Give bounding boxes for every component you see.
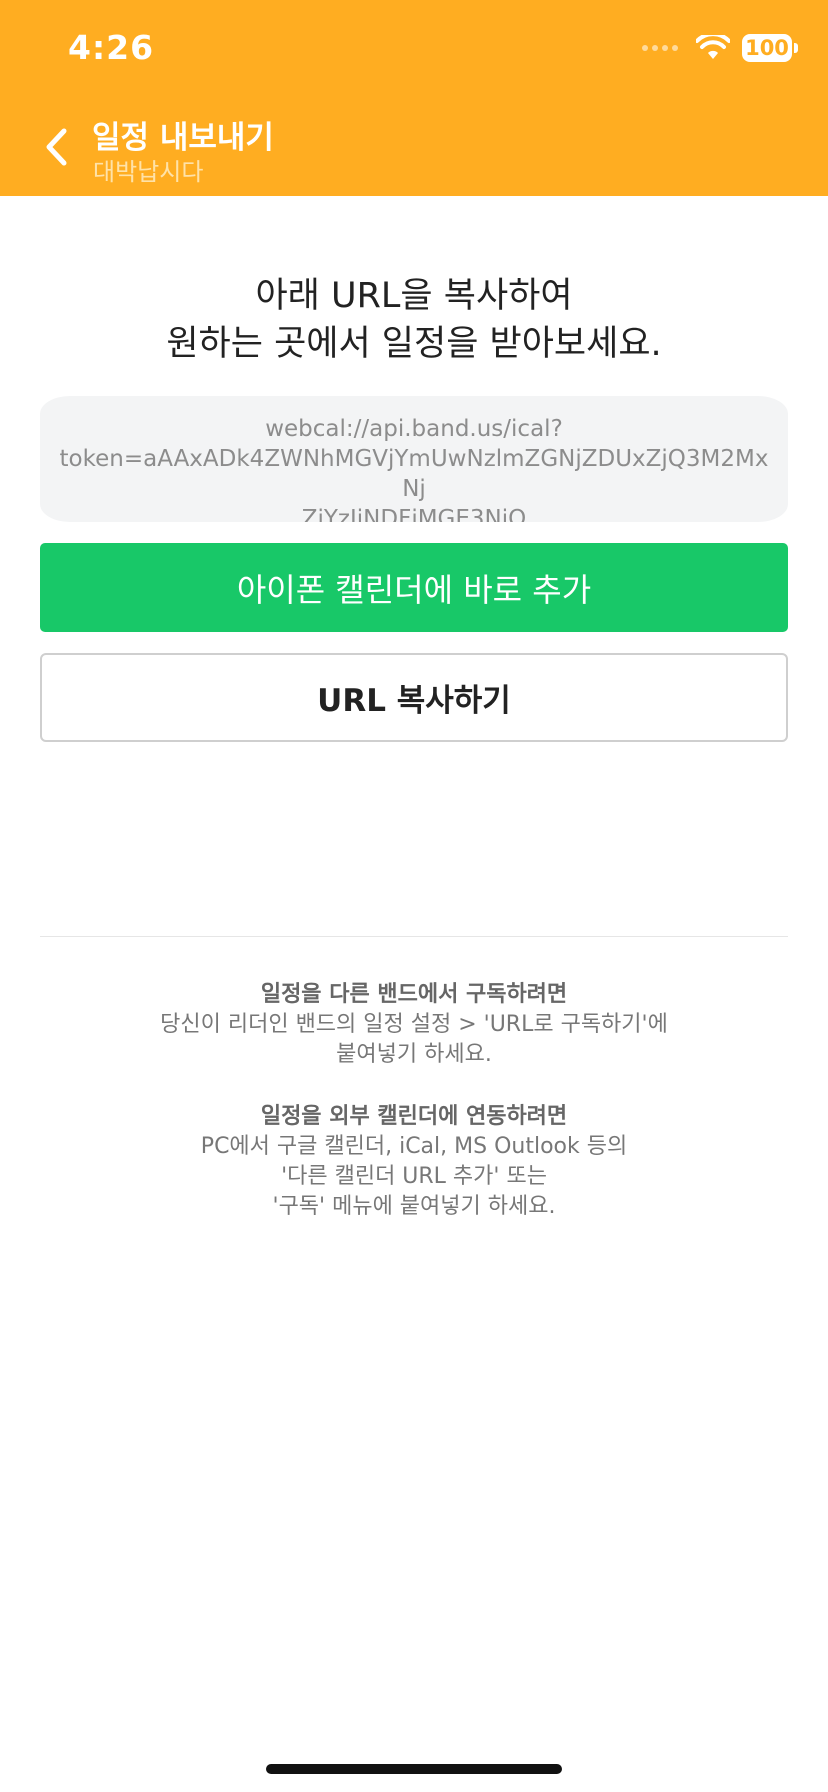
- status-time: 4:26: [68, 28, 155, 67]
- add-to-iphone-calendar-button[interactable]: 아이폰 캘린더에 바로 추가: [40, 543, 788, 632]
- cellular-signal-icon: [642, 45, 678, 51]
- battery-level: 100: [742, 34, 792, 62]
- instruction-headline: 아래 URL을 복사하여 원하는 곳에서 일정을 받아보세요.: [0, 272, 828, 368]
- url-text: webcal://api.band.us/ical?: [265, 416, 563, 442]
- app-header: 4:26 100 일정 내보내기 대박납시다: [0, 0, 828, 196]
- status-indicators: 100: [642, 34, 798, 62]
- help-text: '구독' 메뉴에 붙여넣기 하세요.: [272, 1194, 556, 1219]
- battery-icon: 100: [742, 34, 798, 62]
- headline-line: 원하는 곳에서 일정을 받아보세요.: [166, 324, 662, 364]
- copy-url-button[interactable]: URL 복사하기: [40, 653, 788, 742]
- headline-line: 아래 URL을 복사하여: [255, 276, 573, 316]
- page-title: 일정 내보내기: [92, 120, 274, 156]
- back-button[interactable]: [36, 122, 76, 172]
- help-text: PC에서 구글 캘린더, iCal, MS Outlook 등의: [200, 1134, 628, 1159]
- band-name: 대박납시다: [93, 158, 204, 186]
- help-title: 일정을 다른 밴드에서 구독하려면: [260, 982, 568, 1007]
- help-text: '다른 캘린더 URL 추가' 또는: [281, 1164, 547, 1189]
- chevron-left-icon: [46, 128, 67, 166]
- url-text: ZiYzJjNDFjMGE3NjQ: [301, 506, 527, 522]
- divider: [40, 936, 788, 937]
- help-title: 일정을 외부 캘린더에 연동하려면: [260, 1104, 568, 1129]
- calendar-url-field[interactable]: webcal://api.band.us/ical? token=aAAxADk…: [40, 396, 788, 522]
- subscribe-in-band-help: 일정을 다른 밴드에서 구독하려면 당신이 리더인 밴드의 일정 설정 > 'U…: [0, 980, 828, 1070]
- wifi-icon: [696, 35, 730, 59]
- external-calendar-help: 일정을 외부 캘린더에 연동하려면 PC에서 구글 캘린더, iCal, MS …: [0, 1102, 828, 1222]
- help-text: 당신이 리더인 밴드의 일정 설정 > 'URL로 구독하기'에: [160, 1012, 668, 1037]
- help-text: 붙여넣기 하세요.: [336, 1042, 492, 1067]
- url-text: token=aAAxADk4ZWNhMGVjYmUwNzlmZGNjZDUxZj…: [59, 446, 769, 502]
- home-indicator[interactable]: [266, 1764, 562, 1774]
